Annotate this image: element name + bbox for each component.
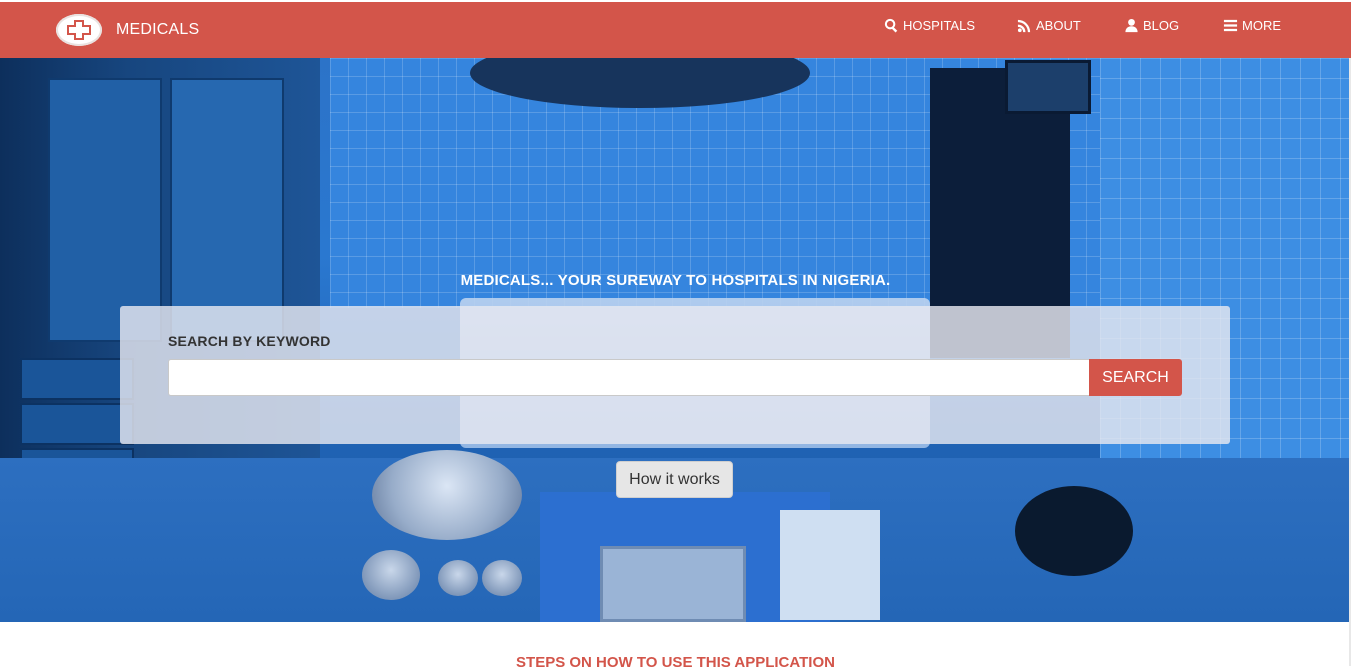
brand-link[interactable]: MEDICALS: [56, 12, 199, 48]
nav-item-more[interactable]: MORE: [1223, 18, 1281, 33]
nav-item-label: BLOG: [1143, 18, 1180, 33]
search-icon: [884, 18, 898, 33]
nav-item-label: HOSPITALS: [903, 18, 976, 33]
nav-item-label: ABOUT: [1036, 18, 1081, 33]
how-it-works-button[interactable]: How it works: [616, 461, 733, 498]
search-label: SEARCH BY KEYWORD: [168, 333, 331, 349]
steps-heading: STEPS ON HOW TO USE THIS APPLICATION: [516, 654, 835, 671]
rss-icon: [1017, 19, 1031, 33]
search-button[interactable]: SEARCH: [1089, 359, 1182, 396]
nav-item-blog[interactable]: BLOG: [1124, 18, 1179, 33]
user-icon: [1125, 18, 1138, 33]
steps-section: STEPS ON HOW TO USE THIS APPLICATION: [0, 622, 1351, 671]
search-panel: SEARCH BY KEYWORD SEARCH: [120, 306, 1230, 444]
search-input[interactable]: [168, 359, 1089, 396]
hero-tagline: MEDICALS... YOUR SUREWAY TO HOSPITALS IN…: [460, 272, 891, 289]
brand-name: MEDICALS: [116, 21, 200, 38]
menu-icon: [1223, 19, 1238, 32]
hero-section: MEDICALS... YOUR SUREWAY TO HOSPITALS IN…: [0, 58, 1351, 622]
nav-item-hospitals[interactable]: HOSPITALS: [884, 18, 975, 33]
navbar: MEDICALS HOSPITALS ABOUT BLOG MORE: [0, 2, 1351, 58]
nav-item-about[interactable]: ABOUT: [1017, 18, 1081, 33]
nav-item-label: MORE: [1242, 18, 1281, 33]
medical-cross-icon: [56, 14, 102, 46]
